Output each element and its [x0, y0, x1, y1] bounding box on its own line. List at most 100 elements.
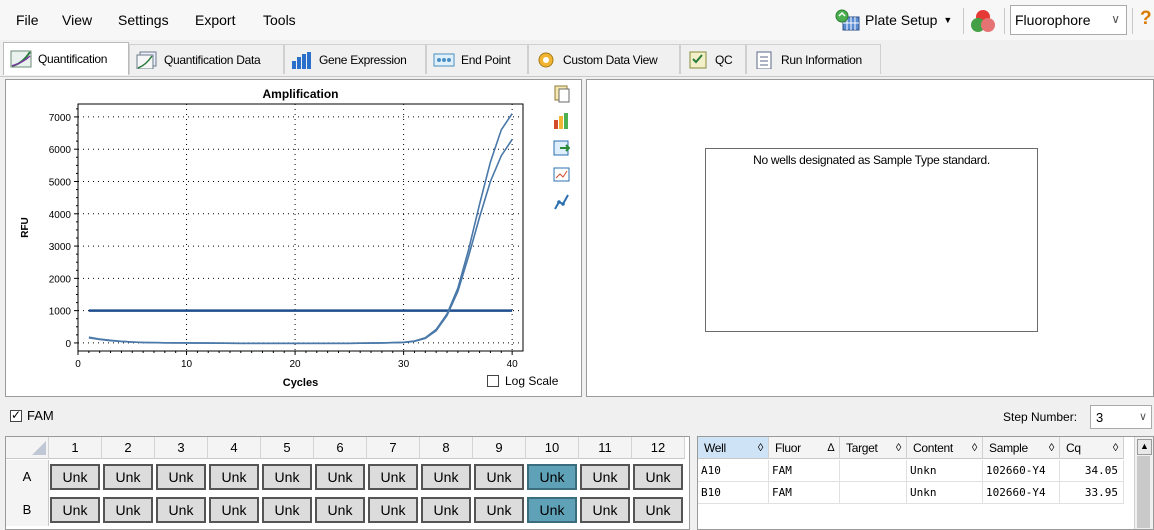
table-cell[interactable] — [840, 482, 907, 504]
plate-well[interactable]: Unk — [315, 464, 365, 490]
plate-column-header[interactable]: 3 — [155, 437, 208, 459]
fluorophore-color-icon[interactable] — [969, 8, 997, 34]
plate-well[interactable]: Unk — [315, 497, 365, 523]
tab-run-information[interactable]: Run Information — [746, 44, 881, 74]
sort-icon[interactable]: ∆ — [828, 437, 835, 459]
tab-custom-data-view[interactable]: Custom Data View — [528, 44, 680, 74]
plate-well[interactable]: Unk — [209, 497, 259, 523]
table-cell[interactable]: FAM — [769, 482, 840, 504]
plate-well[interactable]: Unk — [262, 464, 312, 490]
table-cell[interactable] — [840, 460, 907, 482]
plate-well[interactable]: Unk — [103, 464, 153, 490]
plate-column-header[interactable]: 5 — [261, 437, 314, 459]
table-cell[interactable]: B10 — [698, 482, 769, 504]
plate-well[interactable]: Unk — [527, 464, 577, 490]
tab-quantification[interactable]: Quantification — [3, 42, 129, 75]
menu-settings[interactable]: Settings — [118, 12, 169, 28]
amplification-chart[interactable]: 0 10 20 30 40 0 1000 2000 3000 4000 5000 6000 7000 Am… — [6, 80, 581, 396]
plate-column-header[interactable]: 1 — [49, 437, 102, 459]
plate-well[interactable]: Unk — [421, 464, 471, 490]
plate-well[interactable]: Unk — [580, 497, 630, 523]
end-point-icon — [433, 53, 455, 66]
tab-label: Custom Data View — [563, 52, 658, 67]
table-header-well[interactable]: Well ◊ — [698, 437, 769, 459]
plate-well[interactable]: Unk — [103, 497, 153, 523]
plate-well[interactable]: Unk — [474, 464, 524, 490]
plate-well[interactable]: Unk — [156, 497, 206, 523]
chart-title: Amplification — [262, 87, 338, 101]
curve-fit-icon[interactable] — [552, 192, 572, 212]
plate-row-header[interactable]: A — [6, 460, 49, 493]
step-number-value: 3 — [1096, 410, 1104, 425]
tab-gene-expression[interactable]: Gene Expression — [284, 44, 426, 74]
sort-icon[interactable]: ◊ — [1049, 437, 1054, 459]
copy-icon[interactable] — [552, 84, 572, 104]
plate-column-header[interactable]: 10 — [526, 437, 579, 459]
menu-export[interactable]: Export — [195, 12, 235, 28]
plate-setup-button[interactable]: Plate Setup ▼ — [833, 7, 952, 33]
log-scale-checkbox[interactable] — [487, 375, 499, 387]
tab-quantification-data[interactable]: Quantification Data — [129, 44, 284, 74]
sort-icon[interactable]: ◊ — [758, 437, 763, 459]
plate-well[interactable]: Unk — [50, 497, 100, 523]
table-cell[interactable]: 102660-Y4 — [983, 482, 1060, 504]
plate-well[interactable]: Unk — [421, 497, 471, 523]
plate-column-header[interactable]: 9 — [473, 437, 526, 459]
plate-well[interactable]: Unk — [209, 464, 259, 490]
table-cell[interactable]: 33.95 — [1060, 482, 1124, 504]
plate-column-header[interactable]: 7 — [367, 437, 420, 459]
sort-icon[interactable]: ◊ — [896, 437, 901, 459]
plate-column-header[interactable]: 8 — [420, 437, 473, 459]
tab-label: End Point — [461, 52, 511, 67]
tab-end-point[interactable]: End Point — [426, 44, 528, 74]
table-cell[interactable]: 34.05 — [1060, 460, 1124, 482]
tab-qc[interactable]: QC — [680, 44, 746, 74]
table-cell[interactable]: FAM — [769, 460, 840, 482]
plate-well[interactable]: Unk — [527, 497, 577, 523]
menu-file[interactable]: File — [16, 12, 39, 28]
menu-tools[interactable]: Tools — [263, 12, 296, 28]
step-number-select[interactable]: 3 ∨ — [1090, 405, 1152, 429]
table-cell[interactable]: Unkn — [907, 482, 983, 504]
plate-well[interactable]: Unk — [580, 464, 630, 490]
plate-well[interactable]: Unk — [633, 464, 683, 490]
plate-column-header[interactable]: 11 — [579, 437, 632, 459]
plate-well[interactable]: Unk — [368, 464, 418, 490]
plate-well[interactable]: Unk — [50, 464, 100, 490]
plate-column-header[interactable]: 2 — [102, 437, 155, 459]
table-cell[interactable]: 102660-Y4 — [983, 460, 1060, 482]
table-cell[interactable]: Unkn — [907, 460, 983, 482]
table-header-cq[interactable]: Cq ◊ — [1060, 437, 1124, 459]
export-icon[interactable] — [552, 138, 572, 158]
sort-icon[interactable]: ◊ — [1113, 437, 1118, 459]
plate-column-header[interactable]: 4 — [208, 437, 261, 459]
plate-column-header[interactable]: 12 — [632, 437, 685, 459]
amplification-chart-panel: 0 10 20 30 40 0 1000 2000 3000 4000 5000 6000 7000 Am… — [5, 79, 582, 397]
table-header-sample[interactable]: Sample ◊ — [983, 437, 1060, 459]
table-header-fluor[interactable]: Fluor ∆ — [769, 437, 840, 459]
table-header-content[interactable]: Content ◊ — [907, 437, 983, 459]
plate-row-header[interactable]: B — [6, 493, 49, 526]
plate-well[interactable]: Unk — [368, 497, 418, 523]
help-icon[interactable]: ? — [1140, 8, 1152, 30]
x-tick-label: 40 — [507, 359, 519, 370]
y-tick-label: 5000 — [49, 177, 72, 188]
zoom-icon[interactable] — [552, 165, 572, 185]
plate-well[interactable]: Unk — [633, 497, 683, 523]
table-header-target[interactable]: Target ◊ — [840, 437, 907, 459]
plate-well[interactable]: Unk — [474, 497, 524, 523]
sort-icon[interactable]: ◊ — [972, 437, 977, 459]
fam-toggle[interactable]: FAM — [10, 408, 54, 423]
plate-corner[interactable] — [6, 437, 49, 459]
table-cell[interactable]: A10 — [698, 460, 769, 482]
plate-well[interactable]: Unk — [262, 497, 312, 523]
plate-well[interactable]: Unk — [156, 464, 206, 490]
table-scrollbar[interactable]: ▲ — [1134, 437, 1153, 529]
log-scale-toggle[interactable]: Log Scale — [487, 374, 558, 388]
chevron-down-icon: ▼ — [943, 15, 953, 25]
chart-settings-icon[interactable] — [552, 111, 572, 131]
mode-select[interactable]: Fluorophore ∨ — [1010, 5, 1127, 35]
plate-column-header[interactable]: 6 — [314, 437, 367, 459]
menu-view[interactable]: View — [62, 12, 92, 28]
fam-checkbox[interactable] — [10, 408, 22, 422]
